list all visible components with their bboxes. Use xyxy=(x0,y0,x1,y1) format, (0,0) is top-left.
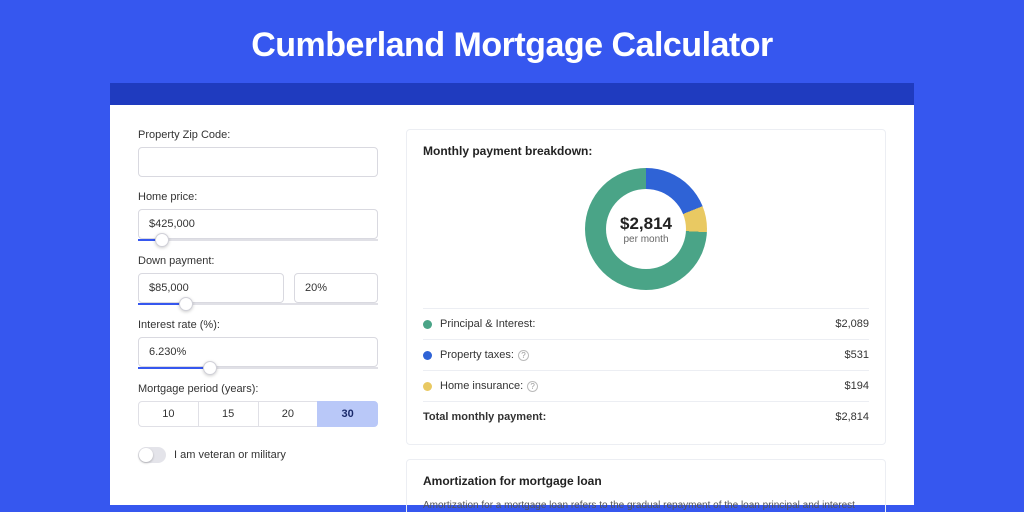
veteran-row: I am veteran or military xyxy=(138,447,378,463)
down-payment-field: Down payment: xyxy=(138,255,378,305)
dot-icon xyxy=(423,382,432,391)
legend-total-value: $2,814 xyxy=(835,411,869,423)
period-options: 10 15 20 30 xyxy=(138,401,378,427)
veteran-label: I am veteran or military xyxy=(174,449,286,461)
donut-chart: $2,814 per month xyxy=(423,168,869,290)
amortization-card: Amortization for mortgage loan Amortizat… xyxy=(406,459,886,512)
amort-text: Amortization for a mortgage loan refers … xyxy=(423,498,869,512)
legend-home-insurance: Home insurance: ? $194 xyxy=(423,370,869,401)
legend-value: $2,089 xyxy=(835,318,869,330)
calculator-card: Property Zip Code: Home price: Down paym… xyxy=(110,105,914,505)
donut-amount: $2,814 xyxy=(620,214,672,234)
info-icon[interactable]: ? xyxy=(527,381,538,392)
amort-title: Amortization for mortgage loan xyxy=(423,474,869,488)
zip-field: Property Zip Code: xyxy=(138,129,378,177)
legend-label: Home insurance: xyxy=(440,380,523,392)
period-label: Mortgage period (years): xyxy=(138,383,378,395)
page-title: Cumberland Mortgage Calculator xyxy=(0,0,1024,83)
zip-label: Property Zip Code: xyxy=(138,129,378,141)
home-price-label: Home price: xyxy=(138,191,378,203)
zip-input[interactable] xyxy=(138,147,378,177)
breakdown-card: Monthly payment breakdown: $2,814 per mo… xyxy=(406,129,886,445)
legend-label: Property taxes: xyxy=(440,349,514,361)
period-10-button[interactable]: 10 xyxy=(138,401,199,427)
toggle-knob-icon xyxy=(139,448,153,462)
interest-label: Interest rate (%): xyxy=(138,319,378,331)
slider-thumb-icon[interactable] xyxy=(179,297,193,311)
down-payment-label: Down payment: xyxy=(138,255,378,267)
home-price-input[interactable] xyxy=(138,209,378,239)
slider-thumb-icon[interactable] xyxy=(155,233,169,247)
legend-value: $194 xyxy=(845,380,869,392)
down-payment-pct-input[interactable] xyxy=(294,273,378,303)
donut-sub: per month xyxy=(623,234,668,245)
period-field: Mortgage period (years): 10 15 20 30 xyxy=(138,383,378,427)
down-payment-input[interactable] xyxy=(138,273,284,303)
legend-value: $531 xyxy=(845,349,869,361)
legend-total: Total monthly payment: $2,814 xyxy=(423,401,869,432)
period-20-button[interactable]: 20 xyxy=(258,401,319,427)
breakdown-panel: Monthly payment breakdown: $2,814 per mo… xyxy=(406,129,886,505)
veteran-toggle[interactable] xyxy=(138,447,166,463)
dot-icon xyxy=(423,351,432,360)
input-panel: Property Zip Code: Home price: Down paym… xyxy=(138,129,378,505)
slider-thumb-icon[interactable] xyxy=(203,361,217,375)
legend-property-taxes: Property taxes: ? $531 xyxy=(423,339,869,370)
legend-principal-interest: Principal & Interest: $2,089 xyxy=(423,308,869,339)
breakdown-title: Monthly payment breakdown: xyxy=(423,144,869,158)
down-payment-slider[interactable] xyxy=(138,303,378,305)
info-icon[interactable]: ? xyxy=(518,350,529,361)
legend-label: Principal & Interest: xyxy=(440,318,535,330)
interest-slider[interactable] xyxy=(138,367,378,369)
period-15-button[interactable]: 15 xyxy=(198,401,259,427)
hero-band: Property Zip Code: Home price: Down paym… xyxy=(110,83,914,503)
home-price-slider[interactable] xyxy=(138,239,378,241)
legend-total-label: Total monthly payment: xyxy=(423,411,546,423)
home-price-field: Home price: xyxy=(138,191,378,241)
dot-icon xyxy=(423,320,432,329)
period-30-button[interactable]: 30 xyxy=(317,401,378,427)
interest-field: Interest rate (%): xyxy=(138,319,378,369)
donut-icon: $2,814 per month xyxy=(585,168,707,290)
interest-input[interactable] xyxy=(138,337,378,367)
